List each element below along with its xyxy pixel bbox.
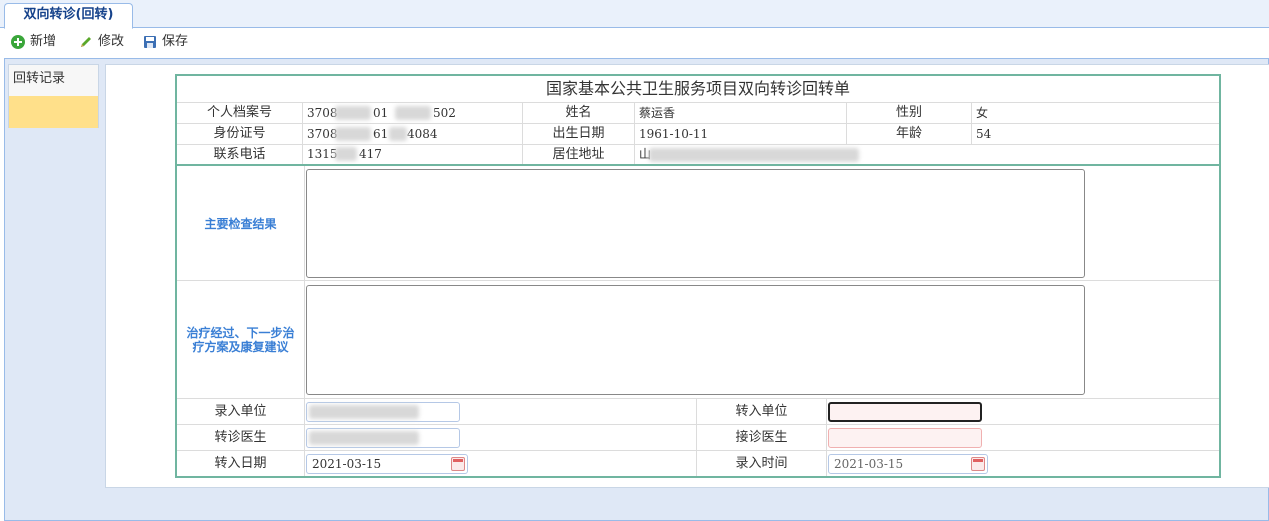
name-label: 姓名 [522,103,634,123]
entry-time-value: 2021-03-15 [834,457,904,471]
file-no-part-3: 502 [433,106,456,120]
return-record-panel: 回转记录 [8,64,99,128]
edit-label: 修改 [98,34,125,49]
tab-strip: 双向转诊(回转) [0,0,1269,29]
treatment-textarea[interactable] [306,285,1085,395]
address-label: 居住地址 [522,145,634,164]
entry-time-input[interactable]: 2021-03-15 [828,454,988,474]
plus-icon [10,34,26,50]
name-value: 蔡运香 [634,103,846,123]
return-record-title: 回转记录 [13,71,66,86]
save-label: 保存 [162,34,189,49]
gender-value: 女 [971,103,1219,123]
receiving-doctor-input[interactable] [828,428,982,448]
referral-doctor-input[interactable] [306,428,460,448]
transfer-date-value: 2021-03-15 [312,457,382,471]
referral-doctor-label: 转诊医生 [214,430,267,445]
tab-referral-return[interactable]: 双向转诊(回转) [4,3,133,29]
floppy-disk-icon [142,34,158,50]
toolbar: 新增 修改 保存 [0,29,1269,56]
phone-value: 1315 417 [302,145,522,164]
gender-label: 性别 [846,103,971,123]
calendar-icon[interactable] [451,457,465,471]
id-part-1: 3708 [307,127,338,141]
add-label: 新增 [30,34,57,49]
id-part-2: 61 [373,127,389,141]
unit-row: 录入单位 转入单位 [177,398,1219,424]
transfer-unit-input[interactable] [828,402,982,422]
file-no-part-1: 3708 [307,106,338,120]
treatment-label: 治疗经过、下一步治疗方案及康复建议 [186,326,295,354]
info-row-2: 身份证号 3708 61 4084 出生日期 1961-10-11 年龄 54 [177,123,1219,144]
id-label: 身份证号 [213,126,266,141]
age-value: 54 [971,124,1219,144]
phone-part-1: 1315 [307,147,338,161]
referral-return-form: 国家基本公共卫生服务项目双向转诊回转单 个人档案号 3708 01 502 姓名… [175,74,1221,478]
exam-textarea[interactable] [306,169,1085,278]
entry-unit-label: 录入单位 [214,404,267,419]
entry-unit-input[interactable] [306,402,460,422]
entry-time-label: 录入时间 [696,451,826,476]
exam-row: 主要检查结果 [177,166,1219,280]
file-no-value: 3708 01 502 [302,103,522,123]
transfer-date-label: 转入日期 [214,456,267,471]
file-no-part-2: 01 [373,106,389,120]
pencil-icon [78,34,94,50]
return-record-item[interactable] [9,96,98,128]
file-no-label: 个人档案号 [206,105,272,120]
age-label: 年龄 [846,124,971,144]
phone-part-2: 417 [359,147,382,161]
birth-value: 1961-10-11 [634,124,846,144]
address-value: 山 [634,145,1219,164]
info-row-3: 联系电话 1315 417 居住地址 山 [177,144,1219,164]
phone-label: 联系电话 [213,147,266,162]
transfer-unit-label: 转入单位 [696,399,826,424]
exam-label: 主要检查结果 [204,216,277,231]
form-title: 国家基本公共卫生服务项目双向转诊回转单 [545,79,850,98]
date-row: 转入日期 2021-03-15 录入时间 2021-03-15 [177,450,1219,476]
birth-label: 出生日期 [522,124,634,144]
doctor-row: 转诊医生 接诊医生 [177,424,1219,450]
id-value: 3708 61 4084 [302,124,522,144]
treatment-row: 治疗经过、下一步治疗方案及康复建议 [177,280,1219,398]
receiving-doctor-label: 接诊医生 [696,425,826,450]
add-button[interactable]: 新增 [10,32,56,52]
id-part-3: 4084 [407,127,438,141]
info-row-1: 个人档案号 3708 01 502 姓名 蔡运香 性别 女 [177,102,1219,123]
edit-button[interactable]: 修改 [78,32,124,52]
calendar-icon[interactable] [971,457,985,471]
save-button[interactable]: 保存 [142,32,188,52]
transfer-date-input[interactable]: 2021-03-15 [306,454,468,474]
